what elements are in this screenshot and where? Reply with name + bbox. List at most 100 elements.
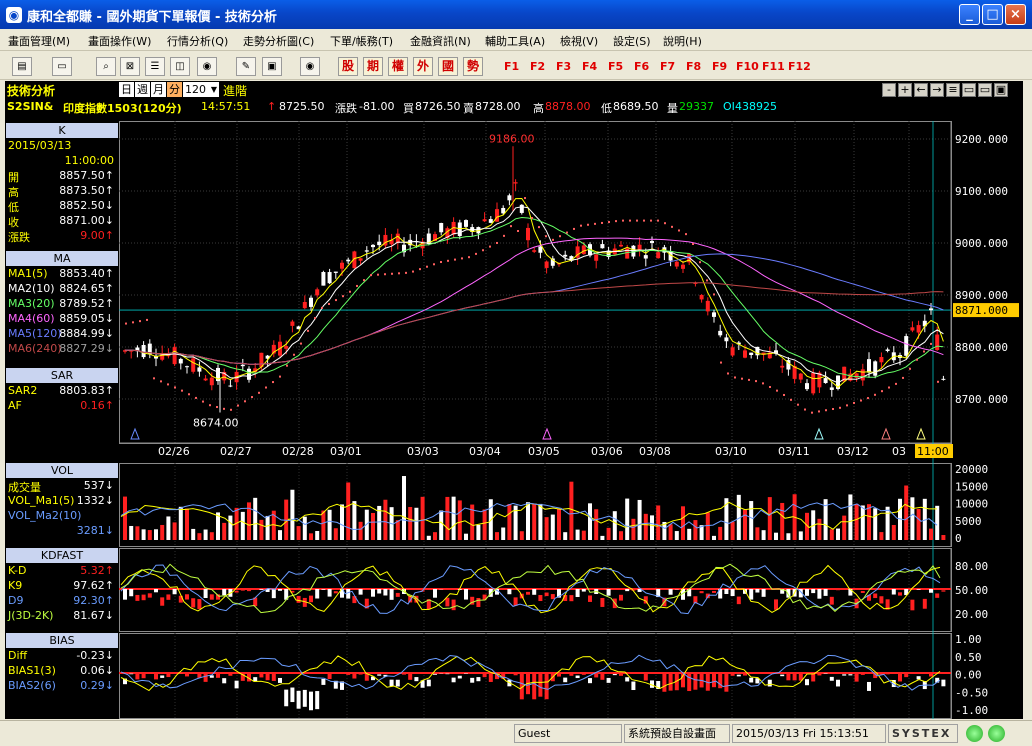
minimize-button[interactable]: _ xyxy=(959,4,980,25)
menu-tools[interactable]: 輔助工具(A) xyxy=(485,33,545,49)
toolbar-trend-button[interactable]: 勢 xyxy=(463,57,483,76)
candle-body xyxy=(395,233,400,243)
menu-trend-chart[interactable]: 走勢分析圖(C) xyxy=(243,33,314,49)
toolbar-monitor-icon[interactable]: ▭ xyxy=(52,57,72,76)
candle-body xyxy=(501,207,506,214)
fkey-f10[interactable]: F10 xyxy=(736,60,759,73)
candle-body xyxy=(941,378,946,380)
menu-order-account[interactable]: 下單/帳務(T) xyxy=(330,33,393,49)
sar-dots xyxy=(125,197,939,414)
sar-dot xyxy=(867,397,869,400)
toolbar-layout-icon[interactable]: ▤ xyxy=(12,57,32,76)
menu-screen-manage[interactable]: 畫面管理(M) xyxy=(8,33,70,49)
bias-bar xyxy=(451,677,456,683)
bias-section-title[interactable]: BIAS xyxy=(6,633,118,648)
toolbar-pen-icon[interactable]: ✎ xyxy=(236,57,256,76)
k-section-title[interactable]: K xyxy=(6,123,118,138)
bias-bar xyxy=(743,673,747,676)
toolbar-list-icon[interactable]: ☰ xyxy=(145,57,165,76)
volume-bar xyxy=(160,524,165,540)
fkey-f4[interactable]: F4 xyxy=(582,60,597,73)
vol-section-title[interactable]: VOL xyxy=(6,463,118,478)
bias-bar xyxy=(662,673,667,692)
fkey-f11[interactable]: F11 xyxy=(762,60,785,73)
fkey-f9[interactable]: F9 xyxy=(712,60,727,73)
sar-dot xyxy=(363,279,365,282)
date-label-1: 02/27 xyxy=(220,445,252,458)
scroll-right-button[interactable]: → xyxy=(930,83,944,97)
bias-bar xyxy=(910,673,915,674)
advanced-link[interactable]: 進階 xyxy=(223,82,247,99)
chart-area[interactable]: 9200.000 9100.000 9000.000 8900.000 8800.000… xyxy=(119,121,1023,719)
vol-axis-label-1: 15000 xyxy=(955,480,988,493)
ma-section-title[interactable]: MA xyxy=(6,251,118,266)
date-label-0: 02/26 xyxy=(158,445,190,458)
fkey-f6[interactable]: F6 xyxy=(634,60,649,73)
sar-section-title[interactable]: SAR xyxy=(6,368,118,383)
sar-dot xyxy=(699,261,701,264)
period-minute-button[interactable]: 分 xyxy=(167,82,182,97)
candle-body xyxy=(377,241,382,246)
close-button[interactable]: × xyxy=(1005,4,1026,25)
volume-bar xyxy=(333,528,338,540)
maximize-panel-button[interactable]: ▣ xyxy=(994,83,1008,97)
toolbar-foreign-button[interactable]: 外 xyxy=(413,57,433,76)
toolbar-stock-button[interactable]: 股 xyxy=(338,57,358,76)
sar-dot xyxy=(720,361,722,364)
sar-dot xyxy=(671,225,673,228)
list-button[interactable]: ≡ xyxy=(946,83,960,97)
toolbar-options-button[interactable]: 權 xyxy=(388,57,408,76)
period-week-button[interactable]: 週 xyxy=(135,82,150,97)
save-button[interactable]: ▭ xyxy=(962,83,976,97)
vol-ma2-row: VOL_Ma2(10) xyxy=(8,509,118,524)
volume-bar xyxy=(340,504,344,540)
volume-bar xyxy=(569,481,574,540)
menu-help[interactable]: 說明(H) xyxy=(663,33,702,49)
toolbar-close-icon[interactable]: ⊠ xyxy=(120,57,140,76)
window-button[interactable]: ▭ xyxy=(978,83,992,97)
toolbar-split-icon[interactable]: ◫ xyxy=(170,57,190,76)
volume-bar xyxy=(619,531,623,540)
menu-financial-info[interactable]: 金融資訊(N) xyxy=(410,33,471,49)
fkey-f5[interactable]: F5 xyxy=(608,60,623,73)
scroll-left-button[interactable]: ← xyxy=(914,83,928,97)
maximize-button[interactable]: □ xyxy=(982,4,1003,25)
period-count-select[interactable]: 120 ▼ xyxy=(183,82,219,97)
toolbar-window-icon[interactable]: ▣ xyxy=(262,57,282,76)
volume-bar xyxy=(296,526,301,540)
sar-dot xyxy=(853,401,855,404)
menu-quote-analysis[interactable]: 行情分析(Q) xyxy=(167,33,228,49)
candle-body xyxy=(172,347,177,365)
kd-bar xyxy=(668,589,673,595)
bias-bar xyxy=(854,673,859,682)
menu-view[interactable]: 檢視(V) xyxy=(560,33,598,49)
fkey-f8[interactable]: F8 xyxy=(686,60,701,73)
fkey-f1[interactable]: F1 xyxy=(504,60,519,73)
k-close-value: 8871.00↓ xyxy=(59,214,114,227)
title-bar[interactable]: ◉ 康和全都賺 - 國外期貨下單報價 - 技術分析 _ □ × xyxy=(0,0,1032,29)
zoom-out-button[interactable]: - xyxy=(882,83,896,97)
toolbar-logo-icon[interactable]: ◉ xyxy=(300,57,320,76)
fkey-f7[interactable]: F7 xyxy=(660,60,675,73)
toolbar-coin-icon[interactable]: ◉ xyxy=(197,57,217,76)
toolbar-search-icon[interactable]: ⌕ xyxy=(96,57,116,76)
sar-dot xyxy=(552,238,554,241)
volume-bar xyxy=(532,503,537,540)
toolbar-domestic-button[interactable]: 國 xyxy=(438,57,458,76)
menu-screen-operate[interactable]: 畫面操作(W) xyxy=(88,33,151,49)
menu-settings[interactable]: 設定(S) xyxy=(613,33,651,49)
sar-dot xyxy=(804,408,806,411)
zoom-in-button[interactable]: + xyxy=(898,83,912,97)
period-month-button[interactable]: 月 xyxy=(151,82,166,97)
k9-value: 97.62↑ xyxy=(73,579,114,592)
fkey-f3[interactable]: F3 xyxy=(556,60,571,73)
bias-bar xyxy=(166,673,171,678)
j-label: J(3D-2K) xyxy=(8,609,54,622)
bias-bar xyxy=(389,679,394,687)
period-day-button[interactable]: 日 xyxy=(119,82,134,97)
candle-body xyxy=(364,250,369,252)
kd-section-title[interactable]: KDFAST xyxy=(6,548,118,563)
fkey-f2[interactable]: F2 xyxy=(530,60,545,73)
fkey-f12[interactable]: F12 xyxy=(788,60,811,73)
toolbar-futures-button[interactable]: 期 xyxy=(363,57,383,76)
